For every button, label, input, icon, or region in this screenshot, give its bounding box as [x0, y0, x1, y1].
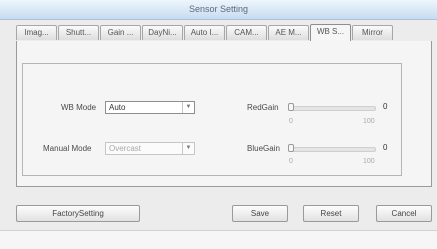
red-gain-value: 0 — [383, 102, 388, 111]
window-title: Sensor Setting — [188, 4, 249, 14]
manual-mode-select[interactable]: Overcast ▼ — [105, 142, 195, 155]
tab-auto-iris[interactable]: Auto I... — [184, 25, 225, 40]
blue-gain-thumb[interactable] — [288, 144, 294, 152]
wb-settings-group: WB Mode Auto ▼ Manual Mode Overcast ▼ Re… — [22, 63, 402, 176]
cancel-button[interactable]: Cancel — [376, 205, 432, 222]
tab-wb-setting[interactable]: WB S... — [310, 24, 351, 41]
wb-mode-value: Auto — [109, 103, 126, 112]
tab-strip: Imag... Shutt... Gain ... DayNi... Auto … — [16, 24, 432, 42]
chevron-down-icon: ▼ — [182, 102, 194, 113]
tab-image[interactable]: Imag... — [16, 25, 57, 40]
tab-shutter[interactable]: Shutt... — [58, 25, 99, 40]
red-gain-track[interactable] — [288, 106, 376, 111]
tab-mirror[interactable]: Mirror — [352, 25, 393, 40]
red-gain-thumb[interactable] — [288, 103, 294, 111]
red-gain-label: RedGain — [247, 103, 279, 112]
bottom-strip — [0, 230, 437, 249]
wb-mode-label: WB Mode — [61, 103, 97, 112]
manual-mode-value: Overcast — [109, 144, 142, 153]
blue-gain-value: 0 — [383, 143, 388, 152]
tab-ae-mode[interactable]: AE M... — [268, 25, 309, 40]
wb-mode-select[interactable]: Auto ▼ — [105, 101, 195, 114]
manual-mode-label: Manual Mode — [43, 144, 92, 153]
factory-setting-button[interactable]: FactorySetting — [16, 205, 140, 222]
blue-gain-max: 100 — [363, 158, 375, 165]
red-gain-min: 0 — [289, 118, 293, 125]
blue-gain-label: BlueGain — [247, 144, 280, 153]
chevron-down-icon: ▼ — [182, 143, 194, 154]
blue-gain-track[interactable] — [288, 147, 376, 152]
red-gain-max: 100 — [363, 118, 375, 125]
title-bar: Sensor Setting — [0, 0, 437, 20]
tab-daynight[interactable]: DayNi... — [142, 25, 183, 40]
tab-gain[interactable]: Gain ... — [100, 25, 141, 40]
reset-button[interactable]: Reset — [303, 205, 359, 222]
blue-gain-min: 0 — [289, 158, 293, 165]
tab-cam[interactable]: CAM... — [226, 25, 267, 40]
save-button[interactable]: Save — [232, 205, 288, 222]
